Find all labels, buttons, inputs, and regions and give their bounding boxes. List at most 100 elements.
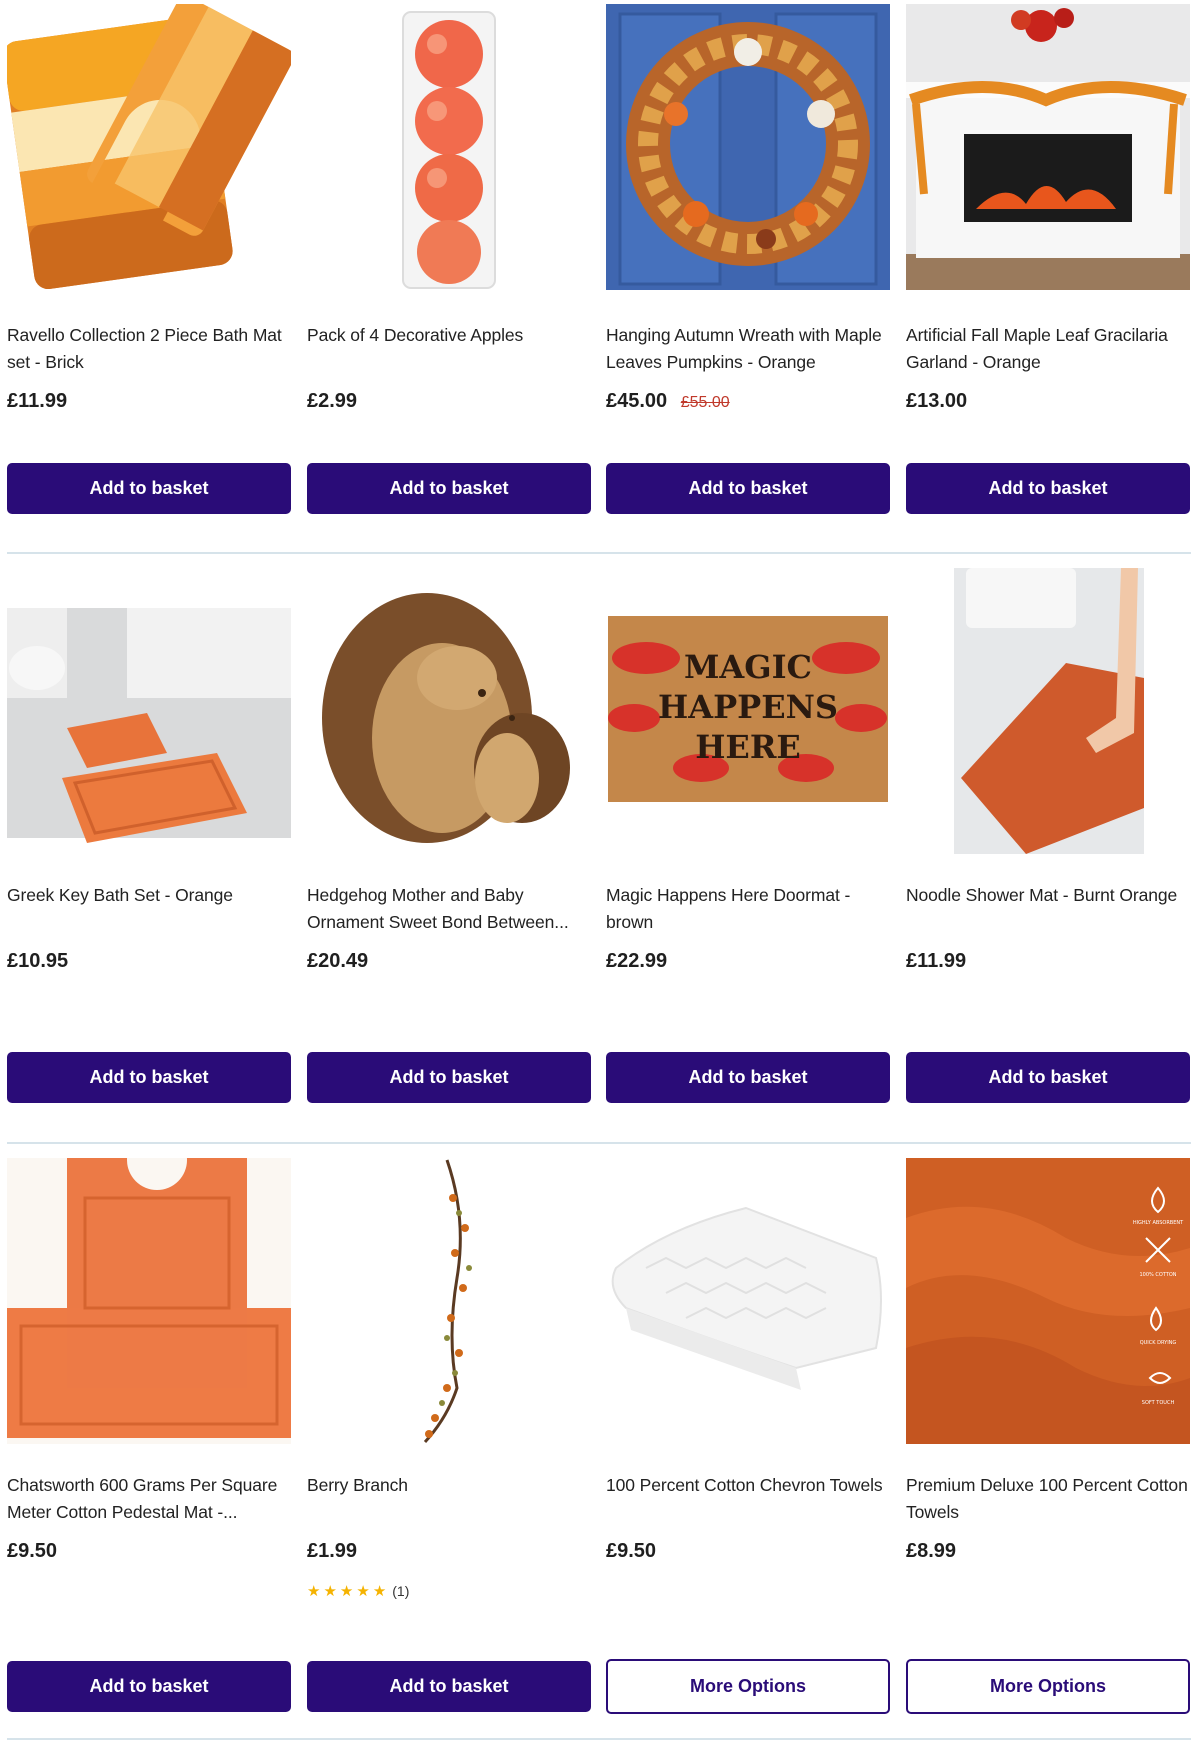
price: £1.99 [307, 1540, 358, 1562]
product-row: Greek Key Bath Set - Orange £10.95 Add t… [7, 554, 1191, 1144]
chevron-towel-illustration [606, 1158, 890, 1444]
price: £10.95 [7, 950, 69, 972]
price: £9.50 [606, 1540, 657, 1562]
star-icon: ★ [339, 1583, 354, 1600]
price: £9.50 [7, 1540, 58, 1562]
price: £22.99 [606, 950, 668, 972]
add-to-basket-button[interactable]: Add to basket [307, 1052, 591, 1103]
product-title[interactable]: Magic Happens Here Doormat - brown [606, 882, 902, 936]
product-price: £22.99 [606, 950, 667, 973]
towel-badge-3: QUICK DRYING [1140, 1340, 1177, 1346]
product-card: Berry Branch £1.99 ★ ★ ★ ★ ★ (1) Add to … [307, 1144, 591, 1738]
product-image-garland[interactable] [906, 4, 1190, 290]
more-options-button[interactable]: More Options [606, 1659, 890, 1714]
product-price: £1.99 [307, 1540, 357, 1563]
product-title[interactable]: 100 Percent Cotton Chevron Towels [606, 1472, 902, 1499]
product-image-wreath[interactable] [606, 4, 890, 290]
add-to-basket-button[interactable]: Add to basket [7, 1661, 291, 1712]
hedgehog-ornament-illustration [307, 568, 591, 854]
product-title[interactable]: Berry Branch [307, 1472, 603, 1499]
greek-key-bath-set-illustration [7, 568, 291, 854]
product-image-hedgehog[interactable] [307, 568, 591, 854]
star-icon: ★ [323, 1583, 337, 1600]
star-icon: ★ [372, 1583, 387, 1600]
product-price: £8.99 [906, 1540, 956, 1563]
add-to-basket-button[interactable]: Add to basket [906, 463, 1190, 514]
product-image-shower-mat[interactable] [906, 568, 1190, 854]
price: £13.00 [906, 390, 968, 412]
product-image-berry-branch[interactable] [307, 1158, 591, 1444]
product-title[interactable]: Ravello Collection 2 Piece Bath Mat set … [7, 322, 303, 376]
orange-towels-illustration: HIGHLY ABSORBENT 100% COTTON QUICK DRYIN… [906, 1158, 1190, 1444]
towel-badge-4: SOFT TOUCH [1142, 1400, 1175, 1406]
product-rating[interactable]: ★ ★ ★ ★ ★ (1) [307, 1582, 409, 1600]
add-to-basket-button[interactable]: Add to basket [906, 1052, 1190, 1103]
product-grid: Ravello Collection 2 Piece Bath Mat set … [7, 0, 1191, 1740]
doormat-text-line-1: MAGIC [684, 648, 812, 686]
price: £45.00 [606, 390, 668, 412]
price: £11.99 [7, 390, 68, 412]
product-price: £13.00 [906, 390, 967, 413]
add-to-basket-button[interactable]: Add to basket [7, 463, 291, 514]
product-title[interactable]: Pack of 4 Decorative Apples [307, 322, 603, 349]
towel-badge-1: HIGHLY ABSORBENT [1133, 1220, 1184, 1226]
doormat-text-line-2: HAPPENS [658, 688, 838, 726]
apples-illustration [307, 4, 591, 290]
pedestal-mat-illustration [7, 1158, 291, 1444]
price: £11.99 [906, 950, 967, 972]
product-title[interactable]: Greek Key Bath Set - Orange [7, 882, 303, 909]
product-title[interactable]: Hedgehog Mother and Baby Ornament Sweet … [307, 882, 603, 936]
add-to-basket-button[interactable]: Add to basket [606, 1052, 890, 1103]
product-card: Artificial Fall Maple Leaf Gracilaria Ga… [906, 0, 1190, 552]
product-row: Chatsworth 600 Grams Per Square Meter Co… [7, 1144, 1191, 1740]
product-title[interactable]: Chatsworth 600 Grams Per Square Meter Co… [7, 1472, 303, 1526]
product-image-orange-towels[interactable]: HIGHLY ABSORBENT 100% COTTON QUICK DRYIN… [906, 1158, 1190, 1444]
product-price: £45.00 £55.00 [606, 390, 730, 413]
wreath-illustration [606, 4, 890, 290]
product-card: Pack of 4 Decorative Apples £2.99 Add to… [307, 0, 591, 552]
product-title[interactable]: Noodle Shower Mat - Burnt Orange [906, 882, 1200, 909]
add-to-basket-button[interactable]: Add to basket [606, 463, 890, 514]
product-card: Ravello Collection 2 Piece Bath Mat set … [7, 0, 291, 552]
towel-badge-2: 100% COTTON [1139, 1272, 1176, 1278]
product-card: Greek Key Bath Set - Orange £10.95 Add t… [7, 554, 291, 1142]
garland-fireplace-illustration [906, 4, 1190, 290]
product-row: Ravello Collection 2 Piece Bath Mat set … [7, 0, 1191, 554]
more-options-button[interactable]: More Options [906, 1659, 1190, 1714]
star-icon: ★ [307, 1583, 321, 1600]
product-card: Hedgehog Mother and Baby Ornament Sweet … [307, 554, 591, 1142]
product-card: Noodle Shower Mat - Burnt Orange £11.99 … [906, 554, 1190, 1142]
product-price: £20.49 [307, 950, 368, 973]
was-price: £55.00 [680, 394, 730, 411]
product-image-bath-mat[interactable] [7, 4, 291, 290]
product-price: £11.99 [7, 390, 67, 413]
add-to-basket-button[interactable]: Add to basket [7, 1052, 291, 1103]
rating-count: (1) [392, 1583, 410, 1599]
doormat-illustration: MAGIC HAPPENS HERE [606, 568, 890, 854]
product-card: 100 Percent Cotton Chevron Towels £9.50 … [606, 1144, 890, 1738]
bath-mat-illustration [7, 4, 291, 290]
product-price: £2.99 [307, 390, 357, 413]
product-image-greek-key-bath-set[interactable] [7, 568, 291, 854]
product-price: £9.50 [606, 1540, 656, 1563]
doormat-text-line-3: HERE [695, 728, 801, 766]
product-price: £11.99 [906, 950, 966, 973]
product-title[interactable]: Premium Deluxe 100 Percent Cotton Towels [906, 1472, 1200, 1526]
product-image-doormat[interactable]: MAGIC HAPPENS HERE [606, 568, 890, 854]
product-card: Hanging Autumn Wreath with Maple Leaves … [606, 0, 890, 552]
product-card: Chatsworth 600 Grams Per Square Meter Co… [7, 1144, 291, 1738]
product-card: MAGIC HAPPENS HERE Magic Happens Here Do… [606, 554, 890, 1142]
star-icon: ★ [356, 1583, 370, 1600]
product-title[interactable]: Hanging Autumn Wreath with Maple Leaves … [606, 322, 902, 376]
price: £20.49 [307, 950, 369, 972]
product-image-pedestal-mat[interactable] [7, 1158, 291, 1444]
add-to-basket-button[interactable]: Add to basket [307, 463, 591, 514]
add-to-basket-button[interactable]: Add to basket [307, 1661, 591, 1712]
price: £2.99 [307, 390, 358, 412]
product-image-chevron-towels[interactable] [606, 1158, 890, 1444]
product-image-apples[interactable] [307, 4, 591, 290]
product-title[interactable]: Artificial Fall Maple Leaf Gracilaria Ga… [906, 322, 1200, 376]
product-price: £10.95 [7, 950, 68, 973]
product-price: £9.50 [7, 1540, 57, 1563]
price: £8.99 [906, 1540, 957, 1562]
